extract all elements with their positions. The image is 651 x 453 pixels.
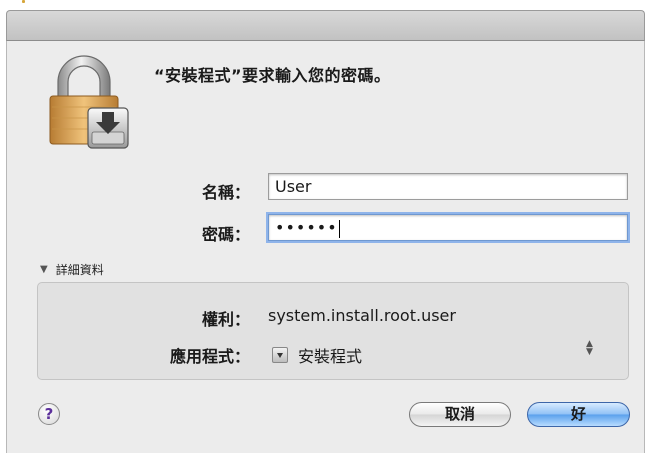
password-label: 密碼： <box>201 225 250 244</box>
name-label: 名稱： <box>201 183 250 202</box>
help-button[interactable]: ? <box>38 403 60 425</box>
disclosure-triangle-icon: ▼ <box>40 264 48 275</box>
dialog-title-bar <box>6 10 645 41</box>
name-field-value: User <box>275 177 312 196</box>
details-label: 詳細資料 <box>55 263 104 277</box>
background-strip <box>0 0 651 10</box>
dialog-message: “安裝程式”要求輸入您的密碼。 <box>154 66 391 85</box>
updown-stepper-icon[interactable]: ▲ ▼ <box>586 340 593 357</box>
right-value: system.install.root.user <box>268 306 456 325</box>
ok-button[interactable]: 好 <box>527 402 630 427</box>
right-label: 權利： <box>201 310 250 329</box>
application-name: 安裝程式 <box>298 347 363 366</box>
password-field[interactable]: •••••• <box>268 214 628 241</box>
cancel-button[interactable]: 取消 <box>409 402 511 427</box>
installer-icon <box>272 347 288 363</box>
name-field[interactable]: User <box>268 173 628 200</box>
password-field-value: •••••• <box>275 218 338 237</box>
lock-icon <box>49 55 129 149</box>
application-label: 應用程式： <box>169 347 250 366</box>
details-disclosure[interactable]: ▼ 詳細資料 <box>40 261 104 278</box>
text-caret <box>338 219 340 238</box>
help-icon: ? <box>44 405 54 423</box>
application-value: 安裝程式 <box>272 343 362 367</box>
background-app-fragment <box>22 0 25 3</box>
